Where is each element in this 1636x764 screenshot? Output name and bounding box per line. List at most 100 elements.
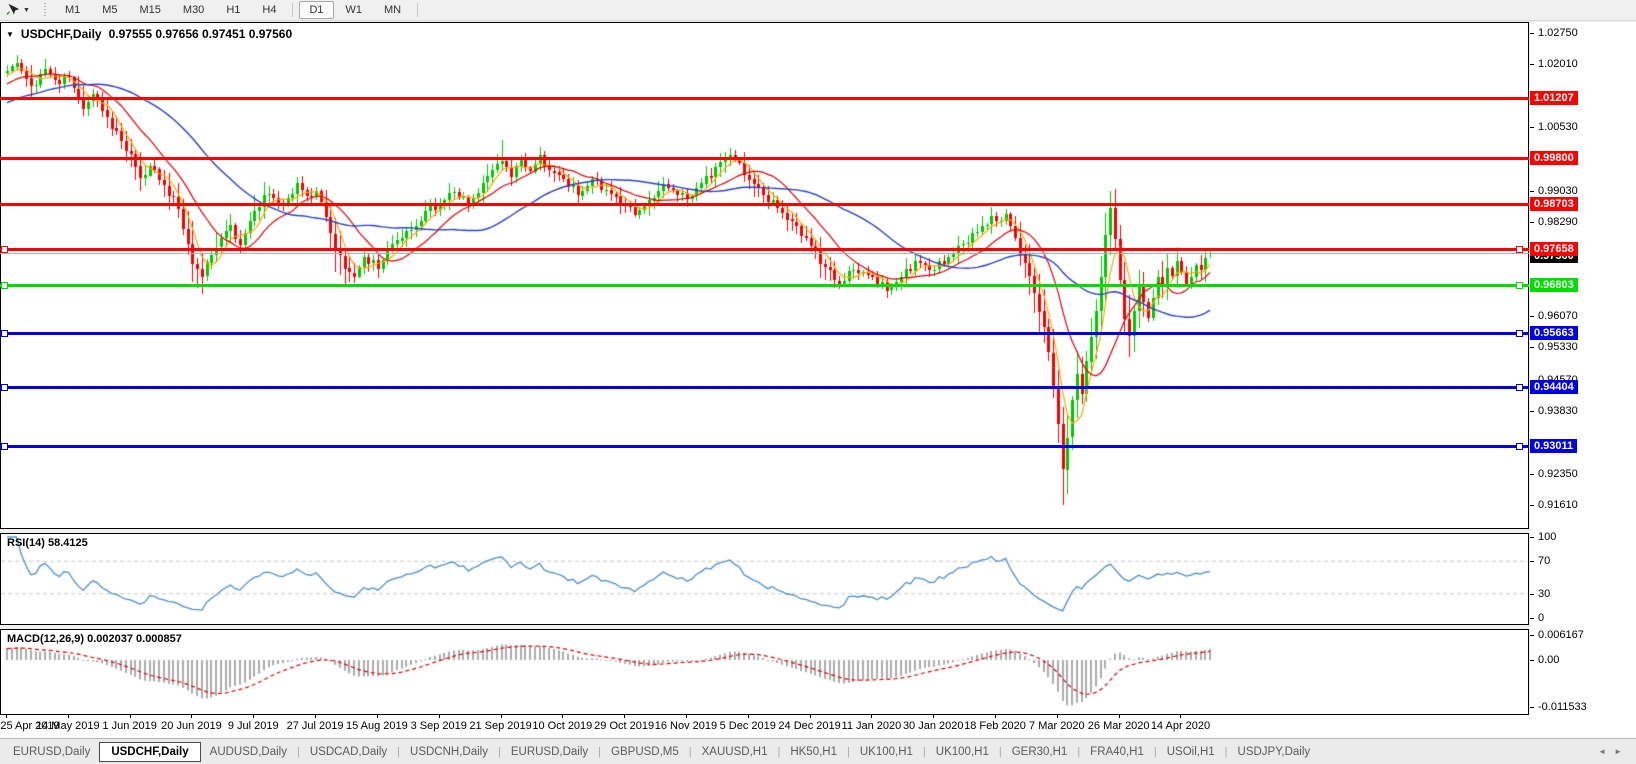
hline-0.96803[interactable]	[0, 284, 1529, 287]
hline-handle-0.94404[interactable]	[1516, 384, 1523, 391]
time-axis-label: 14 May 2019	[36, 720, 100, 732]
hline-handle-0.97658[interactable]	[1516, 246, 1523, 253]
hline-0.94404[interactable]	[0, 386, 1529, 389]
price-axis-tick: 0.98290	[1538, 216, 1578, 228]
price-axis-tick: 0.93830	[1538, 405, 1578, 417]
tab-usoil-h1[interactable]: USOil,H1	[1158, 743, 1224, 761]
tab-usdchf-daily[interactable]: USDCHF,Daily	[99, 741, 201, 762]
tab-audusd-daily[interactable]: AUDUSD,Daily	[201, 743, 296, 761]
price-line-label-0.98703: 0.98703	[1530, 197, 1578, 211]
time-axis-label: 5 Dec 2019	[719, 720, 776, 732]
time-axis-label: 3 Sep 2019	[410, 720, 467, 732]
tab-usdcad-daily[interactable]: USDCAD,Daily	[301, 743, 396, 761]
tab-xauusd-h1[interactable]: XAUUSD,H1	[693, 743, 777, 761]
time-axis-label: 30 Jan 2020	[902, 720, 964, 732]
price-axis-tick: 30	[1538, 588, 1551, 600]
tab-hk50-h1[interactable]: HK50,H1	[781, 743, 846, 761]
hline-0.95663[interactable]	[0, 332, 1529, 335]
price-axis-tick-mark	[1530, 33, 1534, 34]
chart-symbol-label: USDCHF,Daily	[20, 27, 102, 41]
macd-chart-canvas[interactable]	[1, 630, 1528, 714]
time-axis-label: 24 Dec 2019	[778, 720, 841, 732]
timeframe-button-W1[interactable]: W1	[336, 1, 373, 19]
tab-gbpusd-m5[interactable]: GBPUSD,M5	[602, 743, 688, 761]
time-axis-label: 10 Oct 2019	[532, 720, 593, 732]
timeframe-button-MN[interactable]: MN	[374, 1, 411, 19]
time-axis-tick-mark	[686, 715, 687, 718]
time-axis-tick-mark	[933, 715, 934, 718]
hline-handle-0.96803[interactable]	[1, 282, 8, 289]
hline-handle-0.95663[interactable]	[1, 330, 8, 337]
time-axis-tick-mark	[624, 715, 625, 718]
timeframe-button-M1[interactable]: M1	[55, 1, 90, 19]
macd-panel: MACD(12,26,9) 0.002037 0.000857	[0, 629, 1529, 715]
rsi-chart-canvas[interactable]	[1, 534, 1528, 624]
hline-handle-0.93011[interactable]	[1516, 443, 1523, 450]
time-axis-label: 16 Nov 2019	[654, 720, 718, 732]
tab-usdcnh-daily[interactable]: USDCNH,Daily	[401, 743, 497, 761]
time-axis-label: 20 Jun 2019	[161, 720, 222, 732]
time-axis-label: 18 Feb 2020	[964, 720, 1026, 732]
time-axis-label: 1 Jun 2019	[102, 720, 157, 732]
timeframe-button-M15[interactable]: M15	[130, 1, 171, 19]
hline-handle-0.96803[interactable]	[1516, 282, 1523, 289]
time-axis-tick-mark	[810, 715, 811, 718]
hline-0.93011[interactable]	[0, 445, 1529, 448]
chart-tab-bar: EURUSD,Daily USDCHF,Daily AUDUSD,Daily | USD…	[0, 738, 1636, 764]
tab-eurusd-daily[interactable]: EURUSD,Daily	[4, 743, 99, 761]
time-axis-tick-mark	[995, 715, 996, 718]
price-line-label-0.94404: 0.94404	[1530, 380, 1578, 394]
cursor-tool-button[interactable]: ▼	[2, 2, 34, 18]
time-axis-tick-mark	[501, 715, 502, 718]
tab-ger30-h1[interactable]: GER30,H1	[1003, 743, 1077, 761]
tab-eurusd-daily[interactable]: EURUSD,Daily	[502, 743, 597, 761]
tab-uk100-h1[interactable]: UK100,H1	[927, 743, 998, 761]
price-axis-tick: -0.011533	[1538, 701, 1587, 713]
tab-fra40-h1[interactable]: FRA40,H1	[1081, 743, 1153, 761]
price-axis-tick: 70	[1538, 555, 1551, 567]
price-line-label-0.93011: 0.93011	[1530, 439, 1578, 453]
time-axis-tick-mark	[377, 715, 378, 718]
tab-usdjpy-daily[interactable]: USDJPY,Daily	[1229, 743, 1320, 761]
symbol-dropdown-caret-icon[interactable]: ▼	[6, 30, 14, 39]
price-axis-tick-mark	[1530, 222, 1534, 223]
price-axis-tick-mark	[1530, 594, 1534, 595]
time-axis-tick-mark	[1180, 715, 1181, 718]
hline-0.99800[interactable]	[0, 157, 1529, 160]
timeframe-button-M5[interactable]: M5	[92, 1, 127, 19]
hline-handle-0.93011[interactable]	[1, 443, 8, 450]
time-axis-tick-mark	[1119, 715, 1120, 718]
tab-scroll-left-icon[interactable]: ◄	[1598, 747, 1606, 756]
time-axis: 25 Apr 2019 14 May 2019 1 Jun 2019 20 Jun 2…	[0, 715, 1636, 738]
time-axis-label: 9 Jul 2019	[227, 720, 279, 732]
timeframe-button-M30[interactable]: M30	[173, 1, 214, 19]
timeframe-button-D1[interactable]: D1	[299, 1, 334, 19]
time-axis-tick-mark	[253, 715, 254, 718]
time-axis-tick-mark	[871, 715, 872, 718]
tab-uk100-h1[interactable]: UK100,H1	[851, 743, 922, 761]
toolbar-grip[interactable]	[41, 3, 48, 17]
macd-indicator-label: MACD(12,26,9) 0.002037 0.000857	[7, 633, 182, 645]
time-axis-label: 26 Mar 2020	[1087, 720, 1150, 732]
timeframe-button-H4[interactable]: H4	[252, 1, 286, 19]
rsi-indicator-label: RSI(14) 58.4125	[7, 537, 88, 549]
time-axis-tick-mark	[68, 715, 69, 718]
hline-0.97658[interactable]	[0, 248, 1529, 251]
price-axis-tick-mark	[1530, 618, 1534, 619]
price-axis-tick-mark	[1530, 191, 1534, 192]
price-axis-tick-mark	[1530, 411, 1534, 412]
hline-handle-0.94404[interactable]	[1, 384, 8, 391]
hline-1.01207[interactable]	[0, 97, 1529, 100]
hline-0.98703[interactable]	[0, 203, 1529, 206]
hline-handle-0.97658[interactable]	[1, 246, 8, 253]
toolbar-separator	[417, 3, 419, 17]
tab-scroll-right-icon[interactable]: ►	[1614, 747, 1622, 756]
hline-handle-0.95663[interactable]	[1516, 330, 1523, 337]
tab-scroll-arrows: ◄ ►	[1598, 747, 1622, 756]
price-axis-tick-mark	[1530, 316, 1534, 317]
time-axis-tick-mark	[191, 715, 192, 718]
timeframe-button-H1[interactable]: H1	[216, 1, 250, 19]
time-axis-label: 14 Apr 2020	[1150, 720, 1211, 732]
price-axis-tick-mark	[1530, 505, 1534, 506]
time-axis-tick-mark	[6, 715, 7, 718]
